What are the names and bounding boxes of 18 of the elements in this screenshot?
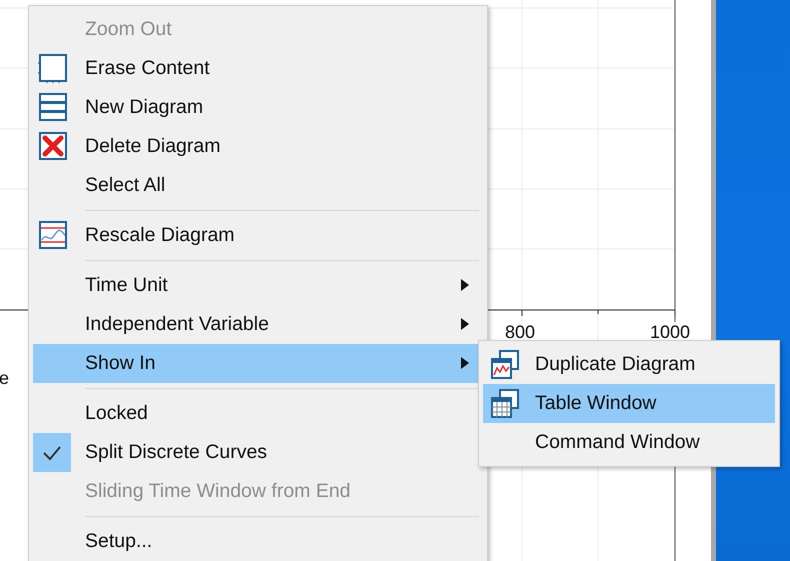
windows-chart-icon <box>489 349 521 380</box>
menu-item[interactable]: Split Discrete Curves <box>33 433 483 472</box>
menu-item[interactable]: Setup... <box>33 522 483 561</box>
stacked-diagrams-icon <box>37 92 69 123</box>
menu-item[interactable]: Erase Content <box>33 49 483 88</box>
menu-item[interactable]: Independent Variable <box>33 305 483 344</box>
menu-item[interactable]: Table Window <box>483 384 775 423</box>
chart-icon <box>37 220 69 251</box>
table-icon <box>489 388 521 419</box>
menu-item[interactable]: Delete Diagram <box>33 127 483 166</box>
blank-diagram-icon <box>37 53 69 84</box>
menu-item[interactable]: Rescale Diagram <box>33 216 483 255</box>
menu-item[interactable]: Command Window <box>483 423 775 462</box>
menu-item[interactable]: Select All <box>33 166 483 205</box>
delete-icon <box>37 131 69 162</box>
menu-item[interactable]: Time Unit <box>33 266 483 305</box>
menu-item[interactable]: Duplicate Diagram <box>483 345 775 384</box>
menu-item[interactable]: New Diagram <box>33 88 483 127</box>
